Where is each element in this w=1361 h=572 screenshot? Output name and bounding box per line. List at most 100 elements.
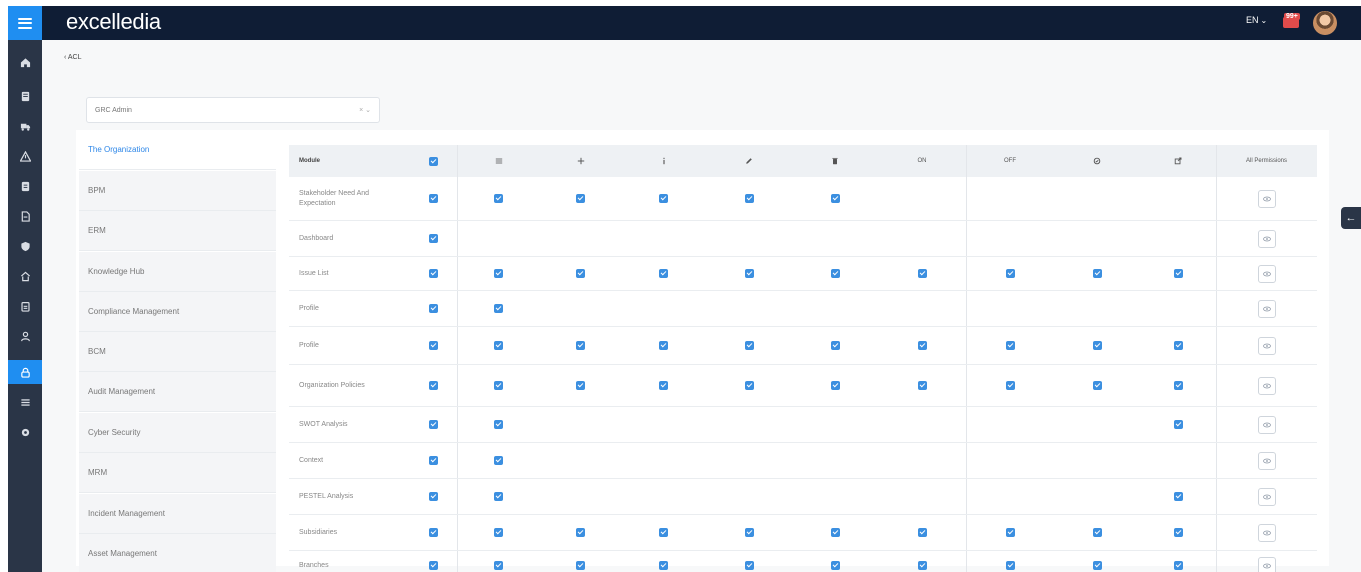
permission-checkbox[interactable] (1005, 269, 1015, 278)
language-selector[interactable]: EN ⌄ (1246, 15, 1267, 25)
permission-checkbox[interactable] (428, 420, 438, 429)
select-all-checkbox[interactable] (428, 156, 438, 166)
sidebar-item-folder[interactable] (8, 174, 42, 198)
sidebar-item-settings[interactable] (8, 420, 42, 444)
permission-checkbox[interactable] (744, 194, 754, 203)
permission-checkbox[interactable] (1173, 269, 1183, 278)
permission-checkbox[interactable] (917, 561, 927, 570)
permission-checkbox[interactable] (428, 528, 438, 537)
permission-checkbox[interactable] (428, 269, 438, 278)
sidebar-item-document[interactable] (8, 84, 42, 108)
module-tab[interactable]: Compliance Management (79, 292, 276, 332)
module-tab[interactable]: Asset Management (79, 534, 276, 572)
menu-toggle-button[interactable] (8, 6, 42, 40)
permission-checkbox[interactable] (830, 561, 840, 570)
sidebar-item-building[interactable] (8, 264, 42, 288)
permission-checkbox[interactable] (428, 561, 438, 570)
view-permissions-button[interactable] (1257, 264, 1276, 283)
clear-dropdown-icon[interactable]: × ⌄ (359, 106, 371, 114)
permission-checkbox[interactable] (1173, 561, 1183, 570)
permission-checkbox[interactable] (917, 269, 927, 278)
module-tab[interactable]: BPM (79, 171, 276, 211)
permission-checkbox[interactable] (494, 269, 503, 278)
permission-checkbox[interactable] (830, 528, 840, 537)
module-tab[interactable]: Knowledge Hub (79, 252, 276, 292)
permission-checkbox[interactable] (1092, 381, 1102, 390)
sidebar-item-lock[interactable] (8, 360, 42, 384)
sidebar-item-clipboard[interactable] (8, 294, 42, 318)
permission-checkbox[interactable] (576, 269, 585, 278)
permission-checkbox[interactable] (1005, 528, 1015, 537)
sidebar-item-list[interactable] (8, 390, 42, 414)
permission-checkbox[interactable] (428, 492, 438, 501)
permission-checkbox[interactable] (659, 194, 668, 203)
permission-checkbox[interactable] (428, 194, 438, 203)
permission-checkbox[interactable] (494, 492, 503, 501)
permission-checkbox[interactable] (1173, 492, 1183, 501)
permission-checkbox[interactable] (917, 528, 927, 537)
view-permissions-button[interactable] (1257, 415, 1276, 434)
permission-checkbox[interactable] (576, 561, 585, 570)
permission-checkbox[interactable] (830, 381, 840, 390)
permission-checkbox[interactable] (494, 194, 503, 203)
role-select[interactable]: GRC Admin × ⌄ (86, 97, 380, 123)
permission-checkbox[interactable] (576, 528, 585, 537)
permission-checkbox[interactable] (917, 381, 927, 390)
permission-checkbox[interactable] (576, 381, 585, 390)
permission-checkbox[interactable] (1092, 341, 1102, 350)
permission-checkbox[interactable] (428, 234, 438, 243)
view-permissions-button[interactable] (1257, 556, 1276, 572)
permission-checkbox[interactable] (428, 456, 438, 465)
permission-checkbox[interactable] (659, 528, 668, 537)
module-tab[interactable]: The Organization (79, 130, 276, 170)
permission-checkbox[interactable] (428, 381, 438, 390)
notification-button[interactable]: 99+ (1281, 13, 1301, 30)
permission-checkbox[interactable] (744, 561, 754, 570)
permission-checkbox[interactable] (494, 561, 503, 570)
view-permissions-button[interactable] (1257, 487, 1276, 506)
permission-checkbox[interactable] (576, 194, 585, 203)
permission-checkbox[interactable] (428, 304, 438, 313)
view-permissions-button[interactable] (1257, 229, 1276, 248)
permission-checkbox[interactable] (1005, 561, 1015, 570)
permission-checkbox[interactable] (659, 561, 668, 570)
view-permissions-button[interactable] (1257, 299, 1276, 318)
permission-checkbox[interactable] (1173, 341, 1183, 350)
permission-checkbox[interactable] (1005, 341, 1015, 350)
view-permissions-button[interactable] (1257, 336, 1276, 355)
permission-checkbox[interactable] (830, 341, 840, 350)
permission-checkbox[interactable] (1092, 561, 1102, 570)
permission-checkbox[interactable] (830, 194, 840, 203)
permission-checkbox[interactable] (576, 341, 585, 350)
permission-checkbox[interactable] (744, 381, 754, 390)
sidebar-item-home[interactable] (8, 50, 42, 74)
permission-checkbox[interactable] (830, 269, 840, 278)
module-tab[interactable]: MRM (79, 453, 276, 493)
permission-checkbox[interactable] (659, 269, 668, 278)
permission-checkbox[interactable] (744, 528, 754, 537)
permission-checkbox[interactable] (1092, 528, 1102, 537)
collapse-panel-button[interactable]: ← (1341, 207, 1361, 229)
view-permissions-button[interactable] (1257, 189, 1276, 208)
sidebar-item-warning[interactable] (8, 144, 42, 168)
permission-checkbox[interactable] (494, 341, 503, 350)
breadcrumb-back-link[interactable]: ‹ ACL (64, 54, 82, 61)
module-tab[interactable]: Cyber Security (79, 413, 276, 453)
permission-checkbox[interactable] (494, 381, 503, 390)
permission-checkbox[interactable] (744, 269, 754, 278)
permission-checkbox[interactable] (744, 341, 754, 350)
permission-checkbox[interactable] (659, 381, 668, 390)
sidebar-item-truck[interactable] (8, 114, 42, 138)
view-permissions-button[interactable] (1257, 376, 1276, 395)
module-tab[interactable]: Audit Management (79, 372, 276, 412)
permission-checkbox[interactable] (428, 341, 438, 350)
module-tab[interactable]: BCM (79, 332, 276, 372)
permission-checkbox[interactable] (1005, 381, 1015, 390)
permission-checkbox[interactable] (1173, 528, 1183, 537)
permission-checkbox[interactable] (659, 341, 668, 350)
permission-checkbox[interactable] (1092, 269, 1102, 278)
sidebar-item-user[interactable] (8, 324, 42, 348)
sidebar-item-file[interactable] (8, 204, 42, 228)
module-tab[interactable]: ERM (79, 211, 276, 251)
permission-checkbox[interactable] (494, 528, 503, 537)
